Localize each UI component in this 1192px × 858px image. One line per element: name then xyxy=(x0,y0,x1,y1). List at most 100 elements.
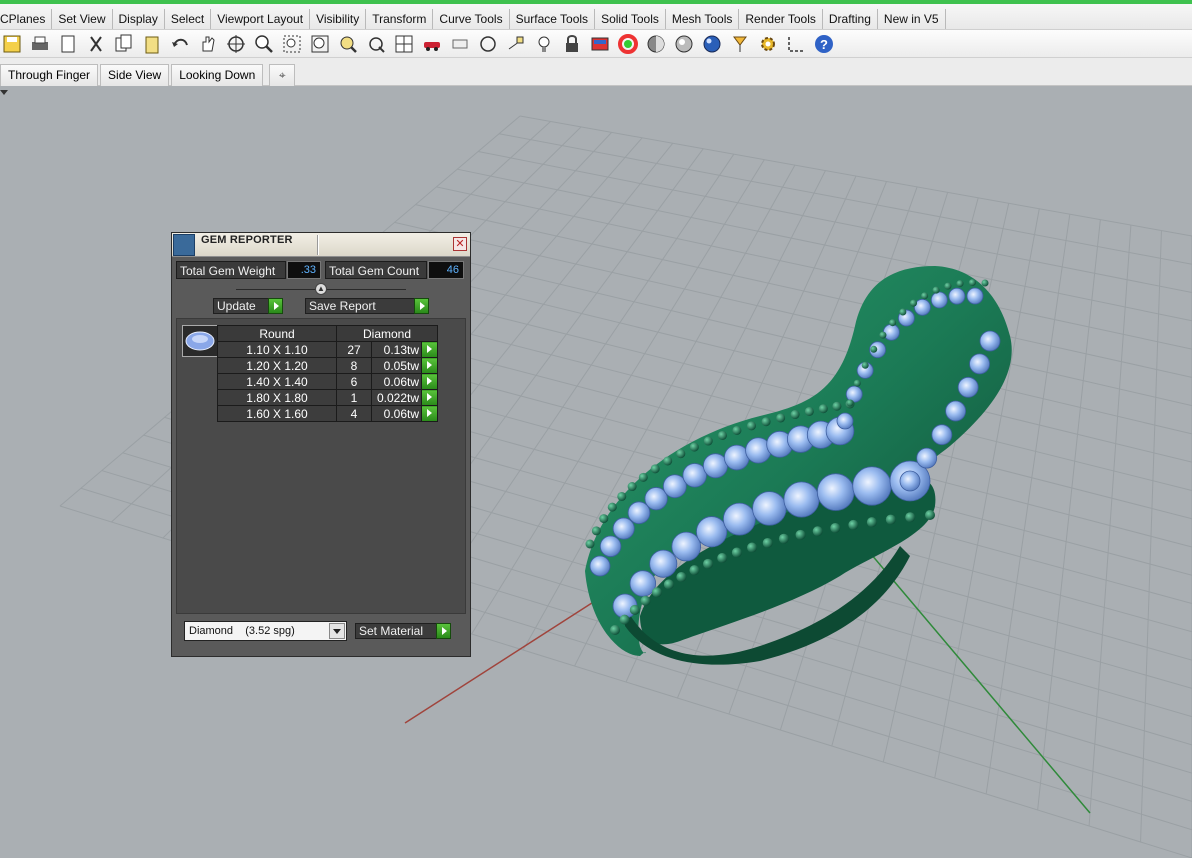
select-gem-go-button[interactable] xyxy=(421,373,438,390)
chevron-down-icon[interactable] xyxy=(329,623,345,639)
tab-through-finger[interactable]: Through Finger xyxy=(0,63,99,86)
arrow-flag-icon[interactable] xyxy=(728,32,752,56)
add-viewport-tab-button[interactable]: ⌖ xyxy=(269,63,296,86)
gem-weight-cell: 0.022tw xyxy=(371,389,422,406)
save-report-button[interactable]: Save Report xyxy=(305,298,429,314)
menu-tab-viewport-layout[interactable]: Viewport Layout xyxy=(211,9,311,29)
gem-size-cell: 1.80 X 1.80 xyxy=(217,389,337,406)
menu-tab-curve-tools[interactable]: Curve Tools xyxy=(433,9,510,29)
gem-prong xyxy=(717,552,728,563)
ring-model xyxy=(585,266,1012,665)
lock-icon[interactable] xyxy=(560,32,584,56)
collapse-knob-icon[interactable]: ▲ xyxy=(315,283,327,295)
gem-stone xyxy=(816,473,855,511)
gem-stone xyxy=(682,463,707,488)
gem-prong xyxy=(830,522,841,533)
gem-prong xyxy=(818,404,828,414)
tab-side-view[interactable]: Side View xyxy=(100,63,170,86)
render-icon[interactable] xyxy=(672,32,696,56)
color-wheel-icon[interactable] xyxy=(616,32,640,56)
menu-tab-new-in-v5[interactable]: New in V5 xyxy=(878,9,946,29)
zoom-selected-icon[interactable] xyxy=(336,32,360,56)
gem-stone xyxy=(852,466,892,506)
gem-prong xyxy=(776,413,786,423)
zoom-icon[interactable] xyxy=(252,32,276,56)
settings-gear-icon[interactable] xyxy=(756,32,780,56)
cplane-icon[interactable] xyxy=(504,32,528,56)
material-icon[interactable] xyxy=(588,32,612,56)
round-gem-icon xyxy=(182,325,218,357)
gem-stone xyxy=(931,424,953,446)
gem-prong xyxy=(703,558,714,569)
select-gem-go-button[interactable] xyxy=(421,405,438,422)
shade-icon[interactable] xyxy=(644,32,668,56)
menu-tab-solid-tools[interactable]: Solid Tools xyxy=(595,9,666,29)
dimension-icon[interactable] xyxy=(784,32,808,56)
menu-tab-mesh-tools[interactable]: Mesh Tools xyxy=(666,9,740,29)
gem-prong xyxy=(762,537,773,548)
menu-tab-surface-tools[interactable]: Surface Tools xyxy=(510,9,596,29)
four-viewports-icon[interactable] xyxy=(392,32,416,56)
zoom-extents-icon[interactable] xyxy=(308,32,332,56)
gem-prong xyxy=(617,491,627,501)
sphere-icon[interactable] xyxy=(700,32,724,56)
clipboard-icon[interactable] xyxy=(140,32,164,56)
print-icon[interactable] xyxy=(28,32,52,56)
zoom-window-icon[interactable] xyxy=(280,32,304,56)
total-gem-count-value: 46 xyxy=(428,261,464,279)
gem-count-cell: 27 xyxy=(336,341,372,358)
undo-icon[interactable] xyxy=(168,32,192,56)
update-go-icon xyxy=(268,298,283,314)
menu-tab-visibility[interactable]: Visibility xyxy=(310,9,367,29)
menu-tab-drafting[interactable]: Drafting xyxy=(823,9,878,29)
gem-size-cell: 1.10 X 1.10 xyxy=(217,341,337,358)
rotate-view-icon[interactable] xyxy=(224,32,248,56)
gem-size-cell: 1.40 X 1.40 xyxy=(217,373,337,390)
select-gem-go-button[interactable] xyxy=(421,389,438,406)
save-icon[interactable] xyxy=(0,32,24,56)
gem-prong xyxy=(663,579,674,590)
gem-weight-cell: 0.06tw xyxy=(371,405,422,422)
update-button[interactable]: Update xyxy=(213,298,283,314)
menu-tab-transform[interactable]: Transform xyxy=(366,9,434,29)
gem-prong xyxy=(778,533,789,544)
gem-count-cell: 1 xyxy=(336,389,372,406)
gem-size-cell: 1.60 X 1.60 xyxy=(217,405,337,422)
set-material-button[interactable]: Set Material xyxy=(355,623,451,639)
menu-tab-set-view[interactable]: Set View xyxy=(52,9,113,29)
gem-prong xyxy=(650,464,660,474)
pan-hand-icon[interactable] xyxy=(196,32,220,56)
paste-page-icon[interactable] xyxy=(56,32,80,56)
tab-looking-down[interactable]: Looking Down xyxy=(171,63,264,86)
car-icon[interactable] xyxy=(420,32,444,56)
light-icon[interactable] xyxy=(532,32,556,56)
gem-prong xyxy=(761,417,771,427)
gem-prong xyxy=(905,512,916,523)
material-select-value: Diamond (3.52 spg) xyxy=(189,625,295,637)
copy-icon[interactable] xyxy=(112,32,136,56)
close-button[interactable]: ✕ xyxy=(453,237,467,251)
menu-tab-display[interactable]: Display xyxy=(113,9,165,29)
gem-prong xyxy=(899,308,907,316)
menu-tab-select[interactable]: Select xyxy=(165,9,212,29)
gem-prong xyxy=(795,529,806,540)
gem-prong xyxy=(968,279,976,287)
gem-reporter-titlebar[interactable]: GEM REPORTER ✕ xyxy=(172,233,470,257)
select-gem-go-button[interactable] xyxy=(421,341,438,358)
gem-stone xyxy=(945,400,967,422)
gem-table: Round Diamond 1.10 X 1.10 27 0.13tw 1.20 X … xyxy=(217,325,438,422)
help-icon[interactable]: ? xyxy=(812,32,836,56)
gem-prong xyxy=(846,399,854,407)
menu-tab-render-tools[interactable]: Render Tools xyxy=(739,9,823,29)
total-gem-count-label: Total Gem Count xyxy=(325,261,427,279)
material-select[interactable]: Diamond (3.52 spg) xyxy=(184,621,347,641)
cut-icon[interactable] xyxy=(84,32,108,56)
circle-icon[interactable] xyxy=(476,32,500,56)
gem-stone xyxy=(752,491,787,526)
gem-stone xyxy=(836,412,854,430)
undo-view-icon[interactable] xyxy=(364,32,388,56)
menu-tab-cplanes[interactable]: CPlanes xyxy=(0,9,53,29)
select-gem-go-button[interactable] xyxy=(421,357,438,374)
unknown-icon[interactable] xyxy=(448,32,472,56)
gem-prong xyxy=(717,430,727,440)
